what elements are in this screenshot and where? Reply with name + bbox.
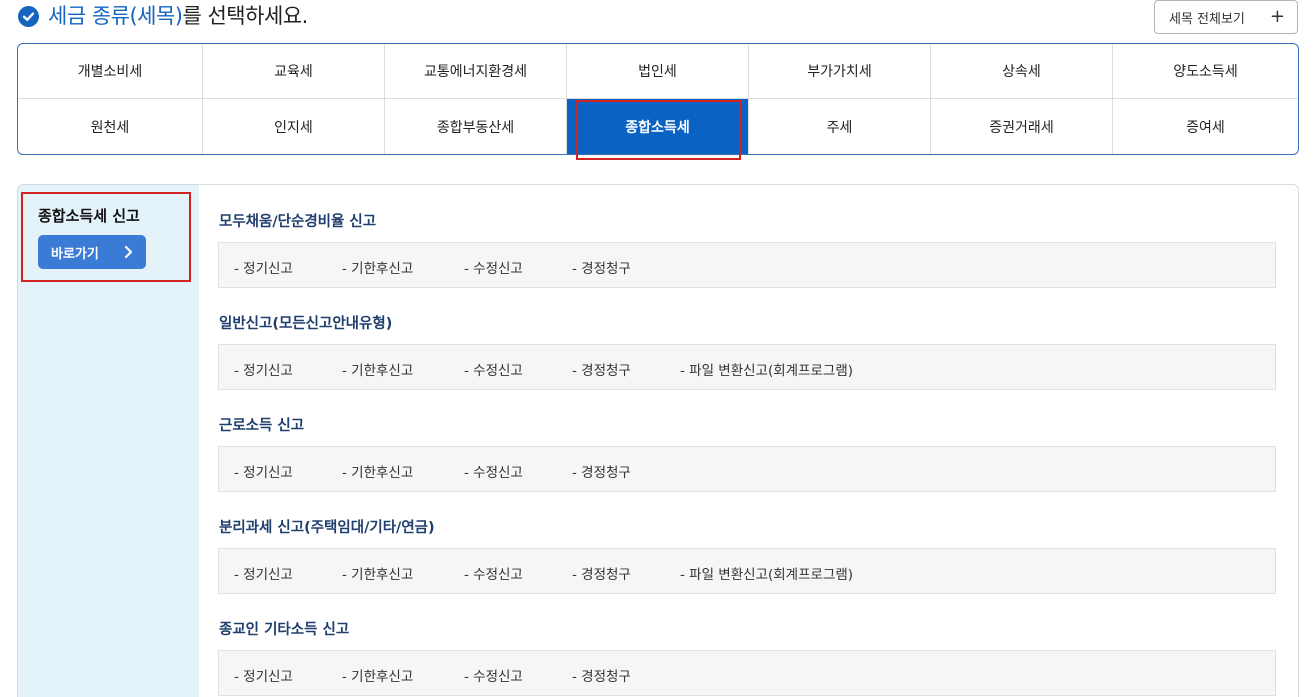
link-regular-filing[interactable]: - 정기신고 <box>234 563 293 583</box>
check-circle-icon <box>18 6 39 27</box>
plus-icon: + <box>1269 6 1285 27</box>
section-title: 분리과세 신고(주택임대/기타/연금) <box>219 520 435 536</box>
link-late-filing[interactable]: - 기한후신고 <box>342 461 413 481</box>
chevron-right-icon <box>122 243 136 265</box>
tab-inheritance-tax[interactable]: 상속세 <box>931 44 1113 99</box>
filing-links: - 정기신고 - 기한후신고 - 수정신고 - 경정청구 <box>218 242 1276 288</box>
title-highlight: 세금 종류(세목) <box>48 4 183 28</box>
link-amended-filing[interactable]: - 수정신고 <box>464 461 523 481</box>
page-title: 세금 종류(세목)를 선택하세요. <box>48 1 308 31</box>
link-amended-filing[interactable]: - 수정신고 <box>464 359 523 379</box>
link-late-filing[interactable]: - 기한후신고 <box>342 665 413 685</box>
section-title: 근로소득 신고 <box>219 418 305 434</box>
filing-links: - 정기신고 - 기한후신고 - 수정신고 - 경정청구 - 파일 변환신고(회… <box>218 548 1276 594</box>
section-title: 일반신고(모든신고안내유형) <box>219 316 393 332</box>
go-shortcut-label: 바로가기 <box>51 246 99 262</box>
sidebar-title: 종합소득세 신고 <box>38 207 140 225</box>
link-refund-claim[interactable]: - 경정청구 <box>572 563 631 583</box>
link-late-filing[interactable]: - 기한후신고 <box>342 257 413 277</box>
view-all-label: 세목 전체보기 <box>1169 11 1245 27</box>
filing-links: - 정기신고 - 기한후신고 - 수정신고 - 경정청구 <box>218 650 1276 696</box>
tab-liquor-tax[interactable]: 주세 <box>749 99 931 154</box>
filing-sidebar: 종합소득세 신고 바로가기 <box>18 185 199 697</box>
section-title: 종교인 기타소득 신고 <box>219 622 350 638</box>
link-regular-filing[interactable]: - 정기신고 <box>234 257 293 277</box>
link-regular-filing[interactable]: - 정기신고 <box>234 359 293 379</box>
section-title: 모두채움/단순경비율 신고 <box>219 214 377 230</box>
page-header: 세금 종류(세목)를 선택하세요. 세목 전체보기 + <box>18 0 1298 34</box>
tab-education-tax[interactable]: 교육세 <box>203 44 385 99</box>
tab-individual-consumption-tax[interactable]: 개별소비세 <box>18 44 203 99</box>
view-all-tax-items-button[interactable]: 세목 전체보기 + <box>1154 0 1298 34</box>
link-amended-filing[interactable]: - 수정신고 <box>464 563 523 583</box>
filing-links: - 정기신고 - 기한후신고 - 수정신고 - 경정청구 <box>218 446 1276 492</box>
tab-vat[interactable]: 부가가치세 <box>749 44 931 99</box>
link-late-filing[interactable]: - 기한후신고 <box>342 359 413 379</box>
tab-withholding-tax[interactable]: 원천세 <box>18 99 203 154</box>
link-regular-filing[interactable]: - 정기신고 <box>234 461 293 481</box>
tab-global-income-tax[interactable]: 종합소득세 <box>567 99 749 154</box>
filing-panel: 종합소득세 신고 바로가기 모두채움/단순경비율 신고 - 정기신고 - 기한후… <box>17 184 1299 697</box>
link-amended-filing[interactable]: - 수정신고 <box>464 257 523 277</box>
go-shortcut-button[interactable]: 바로가기 <box>38 235 146 269</box>
tax-type-tabs: 개별소비세 교육세 교통에너지환경세 법인세 부가가치세 상속세 양도소득세 원… <box>17 43 1299 155</box>
tab-transport-energy-tax[interactable]: 교통에너지환경세 <box>385 44 567 99</box>
link-refund-claim[interactable]: - 경정청구 <box>572 257 631 277</box>
link-late-filing[interactable]: - 기한후신고 <box>342 563 413 583</box>
link-refund-claim[interactable]: - 경정청구 <box>572 461 631 481</box>
title-rest: 를 선택하세요. <box>182 4 308 28</box>
filing-links: - 정기신고 - 기한후신고 - 수정신고 - 경정청구 - 파일 변환신고(회… <box>218 344 1276 390</box>
link-refund-claim[interactable]: - 경정청구 <box>572 665 631 685</box>
link-amended-filing[interactable]: - 수정신고 <box>464 665 523 685</box>
tab-stamp-tax[interactable]: 인지세 <box>203 99 385 154</box>
tab-capital-gains-tax[interactable]: 양도소득세 <box>1113 44 1298 99</box>
link-file-conversion-filing[interactable]: - 파일 변환신고(회계프로그램) <box>680 359 853 379</box>
tab-gift-tax[interactable]: 증여세 <box>1113 99 1298 154</box>
link-file-conversion-filing[interactable]: - 파일 변환신고(회계프로그램) <box>680 563 853 583</box>
tab-securities-transaction-tax[interactable]: 증권거래세 <box>931 99 1113 154</box>
link-refund-claim[interactable]: - 경정청구 <box>572 359 631 379</box>
tab-comprehensive-real-estate-tax[interactable]: 종합부동산세 <box>385 99 567 154</box>
link-regular-filing[interactable]: - 정기신고 <box>234 665 293 685</box>
tab-corporate-tax[interactable]: 법인세 <box>567 44 749 99</box>
